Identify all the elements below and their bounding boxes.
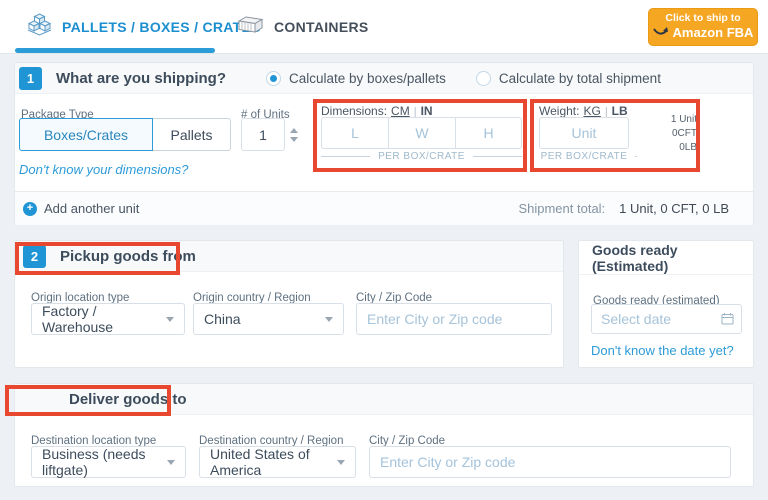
goods-ready-panel: Goods ready (Estimated) Goods ready (est… [578,240,754,368]
weight-per-box-row: PER BOX/CRATE [531,151,637,162]
section2-header: 2 Pickup goods from [15,241,563,272]
section1-footer: + Add another unit Shipment total: 1 Uni… [15,192,753,225]
top-tab-bar: PALLETS / BOXES / CRATES CONTAINERS Clic… [0,0,768,54]
goods-ready-date-input[interactable] [591,304,742,334]
amazon-fba-button-line1: Click to ship to [665,12,740,25]
amazon-fba-button[interactable]: Click to ship to Amazon FBA [648,8,758,46]
length-input[interactable] [321,117,388,149]
freight-calculator-page: PALLETS / BOXES / CRATES CONTAINERS Clic… [0,0,768,500]
tab-containers-label: CONTAINERS [274,19,369,35]
shipment-total-label: Shipment total: [518,201,605,216]
dont-know-dimensions-link[interactable]: Don't know your dimensions? [19,162,188,177]
goods-ready-title: Goods ready (Estimated) [579,241,753,275]
weight-input[interactable] [539,117,629,149]
amazon-arrow-icon [653,25,669,41]
calc-mode-radio-group: Calculate by boxes/pallets Calculate by … [266,71,661,86]
weight-unit-kg[interactable]: KG [583,104,600,118]
dimensions-unit-cm[interactable]: CM [391,104,410,118]
package-type-pallets-button[interactable]: Pallets [153,118,231,151]
destination-location-type-select[interactable]: Business (needs liftgate) [31,446,186,478]
section-what-are-you-shipping: 1 What are you shipping? Calculate by bo… [14,62,754,225]
section2-number-badge: 2 [23,245,46,268]
destination-country-select[interactable]: United States of America [199,446,356,478]
radio-calculate-by-boxes[interactable]: Calculate by boxes/pallets [266,71,446,86]
destination-city-input[interactable] [369,446,731,478]
section1-number-badge: 1 [19,67,42,90]
section3-title: Deliver goods to [69,391,187,408]
dimensions-label: Dimensions: [321,104,387,118]
destination-location-type-value: Business (needs liftgate) [42,446,167,478]
radio-calculate-by-boxes-label: Calculate by boxes/pallets [289,71,446,86]
unit-summary: 1 Unit 0CFT 0LB [621,113,697,155]
origin-location-type-value: Factory / Warehouse [42,303,166,335]
radio-calculate-by-total-label: Calculate by total shipment [499,71,661,86]
height-input[interactable] [455,117,522,149]
package-type-boxes-crates-button[interactable]: Boxes/Crates [19,118,153,151]
section-pickup-goods-from: 2 Pickup goods from Origin location type… [14,240,564,368]
section2-title: Pickup goods from [60,248,196,265]
origin-country-select[interactable]: China [193,303,344,335]
calendar-icon[interactable] [721,312,734,330]
dimensions-per-box-label: PER BOX/CRATE [378,151,465,162]
radio-unselected-icon [476,71,491,86]
units-input[interactable] [241,118,285,151]
units-stepper[interactable] [290,128,298,142]
dimensions-inputs [321,117,522,149]
dont-know-date-link[interactable]: Don't know the date yet? [591,343,734,358]
width-input[interactable] [388,117,455,149]
add-another-unit-label: Add another unit [44,201,139,216]
active-tab-underline [15,48,215,53]
container-icon [236,14,265,40]
chevron-down-icon [167,460,175,465]
tab-containers[interactable]: CONTAINERS [236,0,369,53]
stepper-down-icon[interactable] [290,137,298,142]
dimensions-unit-in[interactable]: IN [421,104,433,118]
section3-header: Deliver goods to [15,384,753,415]
amazon-fba-button-line2: Amazon FBA [673,25,754,41]
origin-location-type-select[interactable]: Factory / Warehouse [31,303,185,335]
destination-country-value: United States of America [210,446,337,478]
chevron-down-icon [166,317,174,322]
section1-header: 1 What are you shipping? Calculate by bo… [15,63,753,94]
weight-per-box-label: PER BOX/CRATE [541,151,628,162]
package-type-toggle: Boxes/Crates Pallets [19,118,231,151]
dimensions-per-box-row: PER BOX/CRATE [321,151,522,162]
unit-summary-cft: 0CFT [621,127,697,141]
radio-selected-icon [266,71,281,86]
shipment-total-value: 1 Unit, 0 CFT, 0 LB [619,201,729,216]
pallet-icon [26,13,53,41]
plus-icon: + [23,202,37,216]
chevron-down-icon [337,460,345,465]
origin-country-value: China [204,311,241,327]
add-another-unit-button[interactable]: + Add another unit [23,201,139,216]
tab-pallets-boxes-crates[interactable]: PALLETS / BOXES / CRATES [26,0,261,53]
stepper-up-icon[interactable] [290,128,298,133]
chevron-down-icon [325,317,333,322]
radio-calculate-by-total[interactable]: Calculate by total shipment [476,71,661,86]
tab-pallets-label: PALLETS / BOXES / CRATES [62,19,261,35]
section1-title: What are you shipping? [56,70,226,87]
section-deliver-goods-to: Deliver goods to Destination location ty… [14,383,754,487]
origin-city-input[interactable] [356,303,552,335]
weight-label: Weight: [539,104,579,118]
unit-summary-units: 1 Unit [621,113,697,127]
